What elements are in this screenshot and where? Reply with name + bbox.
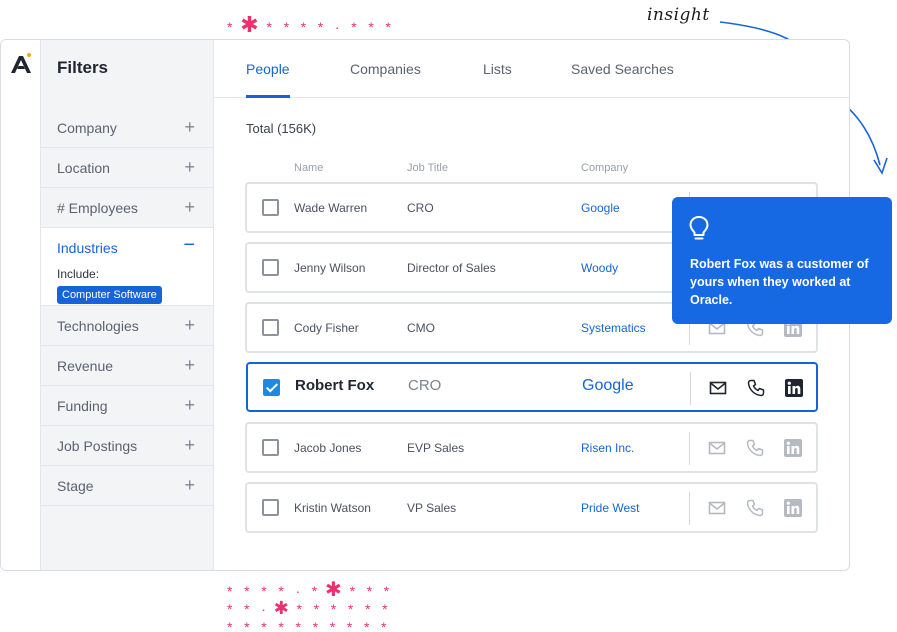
plus-icon[interactable]: +	[184, 355, 195, 376]
row-divider	[690, 372, 691, 405]
insight-text: Robert Fox was a customer of yours when …	[690, 257, 869, 307]
linkedin-icon[interactable]	[784, 378, 804, 398]
row-job-title: CMO	[407, 321, 435, 335]
linkedin-icon[interactable]	[783, 498, 803, 518]
row-company[interactable]: Systematics	[581, 321, 646, 335]
plus-icon[interactable]: +	[184, 157, 195, 178]
row-name: Wade Warren	[294, 201, 368, 215]
filter-list: Company + Location + # Employees + Indus…	[41, 108, 213, 506]
row-name: Jacob Jones	[294, 441, 362, 455]
row-company[interactable]: Google	[582, 377, 634, 395]
table-row[interactable]: Kristin Watson VP Sales Pride West	[245, 482, 818, 533]
decorative-stars-bottom-3: * * * * * * * * * *	[227, 619, 387, 632]
filter-revenue[interactable]: Revenue +	[41, 346, 213, 386]
plus-icon[interactable]: +	[184, 117, 195, 138]
filter-label: # Employees	[57, 200, 138, 216]
filters-title: Filters	[57, 58, 109, 77]
phone-icon[interactable]	[745, 498, 765, 518]
filter-label: Revenue	[57, 358, 114, 374]
row-checkbox[interactable]	[262, 259, 279, 276]
filter-job-postings[interactable]: Job Postings +	[41, 426, 213, 466]
row-checkbox[interactable]	[262, 319, 279, 336]
filter-location[interactable]: Location +	[41, 148, 213, 188]
column-header-job-title: Job Title	[407, 162, 448, 174]
mail-icon[interactable]	[708, 378, 728, 398]
filter-funding[interactable]: Funding +	[41, 386, 213, 426]
row-checkbox[interactable]	[262, 499, 279, 516]
row-divider	[689, 492, 690, 525]
decorative-stars-bottom-2: * * · ✱ * * * * * *	[227, 598, 388, 618]
filter-stage[interactable]: Stage +	[41, 466, 213, 506]
row-checkbox[interactable]	[263, 379, 280, 396]
filter-technologies[interactable]: Technologies +	[41, 306, 213, 346]
table-row[interactable]: Jacob Jones EVP Sales Risen Inc.	[245, 422, 818, 473]
filter-label: Company	[57, 120, 117, 136]
plus-icon[interactable]: +	[184, 435, 195, 456]
lightbulb-icon	[689, 216, 709, 240]
row-company[interactable]: Woody	[581, 261, 618, 275]
plus-icon[interactable]: +	[184, 395, 195, 416]
plus-icon[interactable]: +	[184, 475, 195, 496]
row-divider	[689, 432, 690, 465]
row-checkbox[interactable]	[262, 199, 279, 216]
row-company[interactable]: Google	[581, 201, 620, 215]
results-total: Total (156K)	[246, 121, 317, 136]
row-company[interactable]: Pride West	[581, 501, 639, 515]
plus-icon[interactable]: +	[184, 315, 195, 336]
row-name: Cody Fisher	[294, 321, 359, 335]
filter-company[interactable]: Company +	[41, 108, 213, 148]
filters-panel: Filters Company + Location + # Employees…	[41, 40, 214, 570]
row-job-title: CRO	[407, 201, 434, 215]
active-tab-indicator	[246, 95, 290, 98]
plus-icon[interactable]: +	[184, 197, 195, 218]
mail-icon[interactable]	[707, 438, 727, 458]
mail-icon[interactable]	[707, 498, 727, 518]
brand-logo-icon[interactable]	[9, 52, 33, 76]
icon-rail	[1, 40, 41, 570]
filter-label: Technologies	[57, 318, 139, 334]
filter-label: Job Postings	[57, 438, 138, 454]
tab-bar: People Companies Lists Saved Searches	[214, 40, 849, 98]
filter-industries[interactable]: Industries − Include: Computer Software	[41, 228, 213, 306]
filter-label: Stage	[57, 478, 94, 494]
filter-label: Funding	[57, 398, 108, 414]
tab-people[interactable]: People	[246, 61, 290, 77]
row-name: Robert Fox	[295, 377, 375, 394]
filter-employees[interactable]: # Employees +	[41, 188, 213, 228]
row-name: Jenny Wilson	[294, 261, 366, 275]
row-name: Kristin Watson	[294, 501, 371, 515]
tab-saved-searches[interactable]: Saved Searches	[571, 61, 674, 77]
filter-label: Location	[57, 160, 110, 176]
linkedin-icon[interactable]	[783, 438, 803, 458]
row-job-title: VP Sales	[407, 501, 457, 515]
row-checkbox[interactable]	[262, 439, 279, 456]
phone-icon[interactable]	[746, 378, 766, 398]
table-row[interactable]: Robert Fox CRO Google	[246, 362, 818, 412]
column-header-name: Name	[294, 162, 324, 174]
phone-icon[interactable]	[745, 438, 765, 458]
filter-label: Industries	[57, 240, 118, 256]
row-job-title: Director of Sales	[407, 261, 496, 275]
row-job-title: CRO	[408, 377, 442, 394]
include-label: Include:	[57, 267, 100, 281]
tab-lists[interactable]: Lists	[483, 61, 512, 77]
decorative-stars-top: * ✱ * * * * · * * *	[227, 12, 391, 37]
row-company[interactable]: Risen Inc.	[581, 441, 634, 455]
tab-companies[interactable]: Companies	[350, 61, 421, 77]
minus-icon[interactable]: −	[183, 234, 195, 257]
row-job-title: EVP Sales	[407, 441, 465, 455]
industry-chip[interactable]: Computer Software	[57, 286, 162, 304]
insight-card: Robert Fox was a customer of yours when …	[672, 197, 892, 324]
column-header-company: Company	[581, 162, 629, 174]
